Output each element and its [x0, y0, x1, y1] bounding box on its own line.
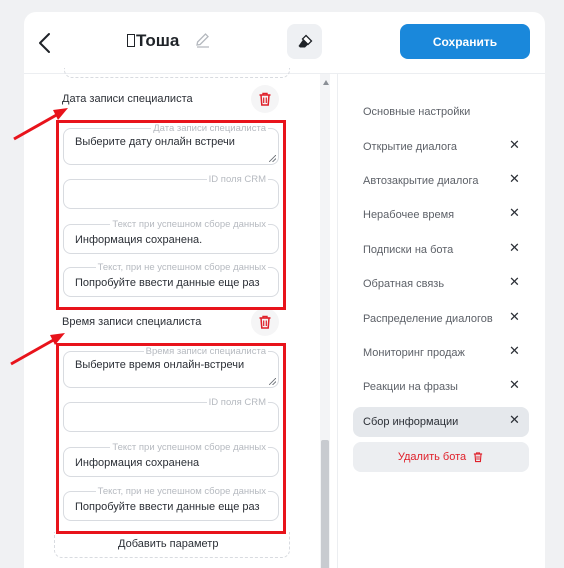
annotation-arrow-date — [13, 108, 68, 141]
annotation-arrow-time — [10, 333, 65, 366]
annotation-arrows — [10, 108, 68, 366]
